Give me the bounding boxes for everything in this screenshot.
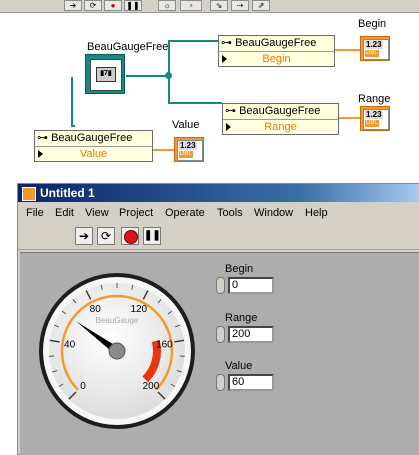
window-titlebar[interactable]: Untitled 1 <box>18 184 419 202</box>
gauge-caption: BeauGauge <box>96 316 139 325</box>
begin-increment-decrement-buttons[interactable] <box>216 277 225 294</box>
property-name[interactable]: Range <box>264 121 296 133</box>
run-arrow-icon[interactable]: ➔ <box>64 0 82 11</box>
terminal-number-glyph: 1.23 <box>179 141 197 150</box>
begin-indicator-label: Begin <box>358 18 386 30</box>
menu-view[interactable]: View <box>85 204 109 222</box>
gauge-reference-node[interactable]: ▮7▮ <box>85 54 125 94</box>
gauge-tick-label: 0 <box>80 381 86 392</box>
gauge-tick-label: 120 <box>130 304 147 315</box>
terminal-number-glyph: 1.23 <box>365 40 383 49</box>
block-diagram-toolbar: ➔ ⟳ ● ❚❚ ☼ ▫ ⇘ ⇢ ⇗ <box>0 0 419 13</box>
property-node-class: BeauGaugeFree <box>235 37 316 49</box>
begin-dbl-indicator-terminal[interactable]: 1.23DBL <box>360 36 390 61</box>
property-node-range[interactable]: ⊶ BeauGaugeFree Range <box>222 103 339 135</box>
ref-wire <box>168 102 222 104</box>
range-increment-decrement-buttons[interactable] <box>216 326 225 343</box>
menu-bar: File Edit View Project Operate Tools Win… <box>18 204 419 222</box>
gauge-tick-label: 80 <box>90 304 102 315</box>
gauge-tick-label: 200 <box>143 381 160 392</box>
step-over-icon[interactable]: ⇢ <box>231 0 249 11</box>
run-continuous-icon[interactable]: ⟳ <box>84 0 102 11</box>
value-label: Value <box>225 360 252 372</box>
menu-help[interactable]: Help <box>305 204 328 222</box>
front-panel: BeauGauge 0 40 80 120 160 200 Begin 0 Ra… <box>20 252 419 455</box>
abort-icon[interactable]: ● <box>104 0 122 11</box>
pause-icon[interactable]: ❚❚ <box>143 227 161 245</box>
step-out-icon[interactable]: ⇗ <box>252 0 270 11</box>
range-indicator-label: Range <box>358 93 390 105</box>
terminal-type: DBL <box>365 120 379 127</box>
step-into-icon[interactable]: ⇘ <box>210 0 228 11</box>
range-numeric-control[interactable]: 200 <box>228 326 274 343</box>
dbl-wire <box>338 117 360 119</box>
class-link-icon: ⊶ <box>225 105 239 117</box>
range-label: Range <box>225 312 257 324</box>
menu-tools[interactable]: Tools <box>217 204 243 222</box>
highlight-execution-icon[interactable]: ☼ <box>158 0 176 11</box>
vi-icon <box>22 187 36 201</box>
ref-input-arrow-icon <box>38 150 43 158</box>
ref-wire <box>71 125 75 127</box>
ref-input-arrow-icon <box>222 55 227 63</box>
dbl-wire <box>334 49 360 51</box>
gauge-tick-label: 40 <box>64 339 76 350</box>
value-increment-decrement-buttons[interactable] <box>216 374 225 391</box>
front-panel-window: Untitled 1 File Edit View Project Operat… <box>17 183 419 455</box>
menu-file[interactable]: File <box>26 204 44 222</box>
property-node-class: BeauGaugeFree <box>239 105 320 117</box>
property-name[interactable]: Begin <box>262 53 290 65</box>
property-name[interactable]: Value <box>80 148 107 160</box>
pause-icon[interactable]: ❚❚ <box>124 0 142 11</box>
gauge-tick-label: 160 <box>156 339 173 350</box>
property-node-class: BeauGaugeFree <box>51 132 132 144</box>
menu-window[interactable]: Window <box>254 204 293 222</box>
begin-numeric-control[interactable]: 0 <box>228 277 274 294</box>
property-node-value[interactable]: ⊶ BeauGaugeFree Value <box>34 130 153 162</box>
terminal-type: DBL <box>365 50 379 57</box>
ref-wire <box>71 77 73 126</box>
value-dbl-control-terminal[interactable]: 1.23DBL <box>174 137 204 162</box>
value-numeric-control[interactable]: 60 <box>228 374 274 391</box>
run-arrow-icon[interactable]: ➔ <box>75 227 93 245</box>
menu-project[interactable]: Project <box>119 204 153 222</box>
terminal-number-glyph: 1.23 <box>365 110 383 119</box>
front-panel-toolbar: ➔ ⟳ ❚❚ <box>18 225 419 250</box>
menu-edit[interactable]: Edit <box>55 204 74 222</box>
class-link-icon: ⊶ <box>37 132 51 144</box>
gauge-svg: BeauGauge 0 40 80 120 160 200 <box>34 267 219 437</box>
menu-operate[interactable]: Operate <box>165 204 205 222</box>
begin-label: Begin <box>225 263 253 275</box>
range-dbl-indicator-terminal[interactable]: 1.23DBL <box>360 106 390 131</box>
window-title: Untitled 1 <box>40 184 95 202</box>
control-ref-icon: ▮7▮ <box>90 59 122 91</box>
ref-node-label: BeauGaugeFree <box>87 41 168 53</box>
ref-wire <box>168 40 218 42</box>
gauge-hub <box>109 343 125 359</box>
ref-input-arrow-icon <box>226 123 231 131</box>
class-link-icon: ⊶ <box>221 37 235 49</box>
terminal-type: DBL <box>179 151 193 158</box>
wire-junction <box>165 72 172 79</box>
property-node-begin[interactable]: ⊶ BeauGaugeFree Begin <box>218 35 335 67</box>
run-continuous-icon[interactable]: ⟳ <box>97 227 115 245</box>
retain-wire-values-icon[interactable]: ▫ <box>180 0 202 11</box>
value-control-label: Value <box>172 119 199 131</box>
dbl-wire <box>152 149 174 151</box>
ref-wire <box>126 75 170 77</box>
abort-icon[interactable] <box>121 227 139 245</box>
